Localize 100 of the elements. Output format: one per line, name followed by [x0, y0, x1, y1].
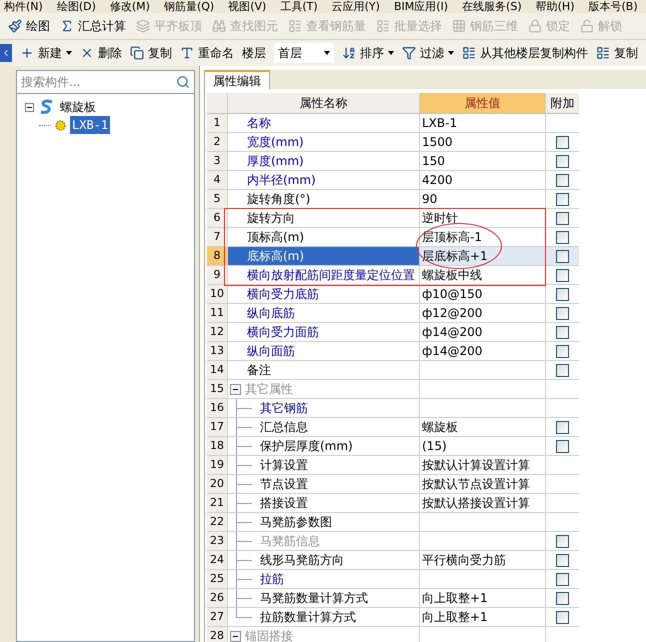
property-name: 拉筋 [260, 571, 284, 588]
property-value[interactable]: 螺旋板 [420, 418, 546, 436]
property-value[interactable]: LXB-1 [420, 114, 546, 132]
checkbox[interactable] [556, 572, 569, 586]
property-name: 锚固搭接 [245, 628, 293, 642]
menu-item[interactable]: 版本号(B) [588, 0, 638, 13]
menu-item[interactable]: 构件(N) [4, 0, 43, 13]
checkbox[interactable] [556, 344, 569, 358]
caret-icon [448, 51, 454, 55]
search-icon [176, 75, 190, 89]
row-number: 11 [207, 304, 228, 322]
sort-icon [342, 46, 356, 60]
checkbox[interactable] [556, 554, 569, 566]
toolbar-button[interactable]: 复制 [596, 42, 638, 64]
row-number: 6 [207, 209, 228, 227]
row-number: 1 [207, 114, 228, 132]
checkbox[interactable] [556, 136, 569, 148]
property-value[interactable]: 150 [420, 152, 546, 170]
property-value[interactable]: ф14@200 [420, 323, 546, 341]
property-value[interactable]: 按默认节点设置计算 [420, 475, 546, 493]
property-value[interactable]: ф12@200 [420, 304, 546, 322]
checkbox[interactable] [556, 288, 569, 300]
row-number: 8 [207, 247, 228, 265]
toolbar-button[interactable]: 新建 [20, 42, 72, 64]
property-value[interactable]: 平行横向受力筋 [420, 551, 546, 569]
property-value[interactable]: 向上取整+1 [420, 589, 546, 607]
menu-item[interactable]: 在线服务(S) [462, 0, 522, 13]
binoculars-icon [212, 19, 226, 33]
checkbox[interactable] [556, 192, 569, 206]
property-value[interactable]: (15) [420, 437, 546, 455]
collapse-tab[interactable] [0, 44, 12, 62]
property-name: 横向放射配筋间距度量定位位置 [247, 267, 415, 284]
checkbox[interactable] [556, 230, 569, 244]
collapse-toggle[interactable] [230, 384, 241, 394]
tree-line [236, 570, 252, 588]
column-header: 附加 [546, 93, 579, 113]
grid-icon [452, 19, 466, 33]
tab[interactable]: 属性编辑 [204, 70, 270, 89]
toolbar-button[interactable]: 重命名 [180, 42, 234, 64]
toolbar-button[interactable]: 复制 [130, 42, 172, 64]
tree-line [236, 418, 252, 436]
property-name: 汇总信息 [260, 419, 308, 436]
floor-dropdown[interactable]: 首层 [274, 43, 334, 63]
menu-item[interactable]: 视图(V) [228, 0, 266, 13]
menu-item[interactable]: 云应用(Y) [332, 0, 380, 13]
tree-line [236, 513, 252, 531]
property-value[interactable]: 4200 [420, 171, 546, 189]
property-name: 旋转角度(°) [247, 191, 310, 208]
row-number: 19 [207, 456, 228, 474]
checkbox[interactable] [556, 364, 569, 376]
checkbox[interactable] [556, 212, 569, 224]
property-name: 宽度(mm) [247, 134, 304, 151]
menu-item[interactable]: 工具(T) [280, 0, 318, 13]
search-box[interactable]: 搜索构件... [16, 70, 195, 94]
toolbar-button[interactable]: 过滤 [402, 42, 454, 64]
property-value[interactable]: 逆时针 [420, 209, 546, 227]
checkbox[interactable] [556, 440, 569, 452]
property-value[interactable]: ф14@200 [420, 342, 546, 360]
checkbox[interactable] [556, 306, 569, 320]
toolbar-button[interactable]: 汇总计算 [60, 15, 126, 37]
property-name: 纵向面筋 [247, 343, 295, 360]
toolbar-button[interactable]: 从其他楼层复制构件 [462, 42, 588, 64]
toolbar-button[interactable]: 绘图 [8, 15, 50, 37]
property-value[interactable]: 层顶标高-1 [420, 228, 546, 246]
checkbox[interactable] [556, 326, 569, 338]
property-name: 拉筋数量计算方式 [260, 609, 356, 626]
row-number: 17 [207, 418, 228, 436]
tree-item[interactable]: 螺旋板 [60, 98, 96, 116]
row-number: 24 [207, 551, 228, 569]
checkbox[interactable] [556, 592, 569, 604]
row-number: 13 [207, 342, 228, 360]
property-value[interactable]: 层底标高+1 [420, 247, 546, 265]
checkbox[interactable] [556, 534, 569, 548]
collapse-toggle[interactable] [230, 630, 241, 642]
row-number: 12 [207, 323, 228, 341]
tree-item[interactable]: LXB-1 [70, 116, 110, 134]
menu-item[interactable]: 帮助(H) [536, 0, 574, 13]
toolbar-button[interactable]: 排序 [342, 42, 394, 64]
checkbox[interactable] [556, 420, 569, 434]
property-value[interactable]: 90 [420, 190, 546, 208]
property-value[interactable]: 按默认搭接设置计算 [420, 494, 546, 512]
checkbox[interactable] [556, 154, 569, 168]
toolbar-button[interactable]: 删除 [80, 42, 122, 64]
property-name: 旋转方向 [247, 210, 295, 227]
menu-item[interactable]: 绘图(D) [56, 0, 96, 13]
checkbox[interactable] [556, 250, 569, 262]
row-number: 21 [207, 494, 228, 512]
checkbox[interactable] [556, 174, 569, 186]
property-value[interactable]: 螺旋板中线 [420, 266, 546, 284]
collapse-toggle[interactable] [25, 102, 34, 112]
property-value[interactable]: 向上取整+1 [420, 608, 546, 626]
property-value[interactable]: ф10@150 [420, 285, 546, 303]
property-value[interactable]: 1500 [420, 133, 546, 151]
menu-item[interactable]: BIM应用(I) [394, 0, 448, 13]
checkbox[interactable] [556, 268, 569, 282]
property-value[interactable]: 按默认计算设置计算 [420, 456, 546, 474]
checkbox[interactable] [556, 610, 569, 624]
menu-item[interactable]: 钢筋量(Q) [164, 0, 214, 13]
search-field[interactable]: 搜索构件... [17, 73, 176, 91]
menu-item[interactable]: 修改(M) [110, 0, 150, 13]
